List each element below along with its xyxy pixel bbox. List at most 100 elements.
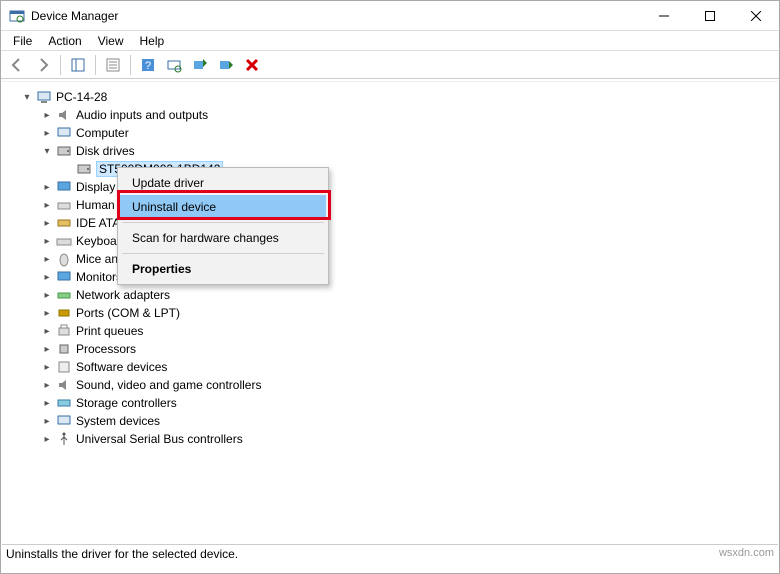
disk-icon	[76, 161, 92, 177]
close-button[interactable]	[733, 1, 779, 31]
ctx-label: Properties	[132, 262, 191, 276]
menu-file[interactable]: File	[5, 32, 40, 50]
tree-node-sound[interactable]: ▸ Sound, video and game controllers	[6, 376, 778, 394]
network-icon	[56, 287, 72, 303]
sound-icon	[56, 377, 72, 393]
expand-icon[interactable]: ▸	[40, 342, 54, 356]
tree-label: Disk drives	[76, 144, 135, 158]
system-icon	[56, 413, 72, 429]
tree-node-processors[interactable]: ▸ Processors	[6, 340, 778, 358]
menu-action[interactable]: Action	[40, 32, 89, 50]
toolbar-separator	[95, 55, 96, 75]
no-expand	[60, 162, 74, 176]
tree-node-printq[interactable]: ▸ Print queues	[6, 322, 778, 340]
keyboard-icon	[56, 233, 72, 249]
menubar: File Action View Help	[1, 31, 779, 51]
tree-label: System devices	[76, 414, 160, 428]
ctx-update-driver[interactable]: Update driver	[120, 171, 326, 195]
forward-button[interactable]	[31, 53, 55, 77]
tree-node-system[interactable]: ▸ System devices	[6, 412, 778, 430]
ide-icon	[56, 215, 72, 231]
expand-icon[interactable]: ▸	[40, 126, 54, 140]
ctx-separator	[122, 222, 324, 223]
tree-label: Processors	[76, 342, 136, 356]
expand-icon[interactable]: ▸	[40, 198, 54, 212]
collapse-icon[interactable]: ▾	[20, 90, 34, 104]
tree-label: Audio inputs and outputs	[76, 108, 208, 122]
expand-icon[interactable]: ▸	[40, 414, 54, 428]
show-hide-tree-button[interactable]	[66, 53, 90, 77]
properties-button[interactable]	[101, 53, 125, 77]
minimize-button[interactable]	[641, 1, 687, 31]
computer-icon	[36, 89, 52, 105]
watermark: wsxdn.com	[719, 547, 774, 559]
context-menu: Update driver Uninstall device Scan for …	[117, 167, 329, 285]
tree-label: Sound, video and game controllers	[76, 378, 261, 392]
tree-node-computer[interactable]: ▸ Computer	[6, 124, 778, 142]
status-bar: Uninstalls the driver for the selected d…	[2, 544, 778, 572]
enable-device-button[interactable]	[214, 53, 238, 77]
computer-icon	[56, 125, 72, 141]
tree-node-software[interactable]: ▸ Software devices	[6, 358, 778, 376]
maximize-button[interactable]	[687, 1, 733, 31]
expand-icon[interactable]: ▸	[40, 270, 54, 284]
uninstall-device-button[interactable]	[240, 53, 264, 77]
usb-icon	[56, 431, 72, 447]
hid-icon	[56, 197, 72, 213]
expand-icon[interactable]: ▸	[40, 324, 54, 338]
monitor-icon	[56, 269, 72, 285]
status-text: Uninstalls the driver for the selected d…	[6, 547, 238, 561]
app-icon	[9, 8, 25, 24]
expand-icon[interactable]: ▸	[40, 108, 54, 122]
update-driver-button[interactable]	[188, 53, 212, 77]
scan-hardware-button[interactable]	[162, 53, 186, 77]
collapse-icon[interactable]: ▾	[40, 144, 54, 158]
help-button[interactable]: ?	[136, 53, 160, 77]
storage-icon	[56, 395, 72, 411]
tree-label: Ports (COM & LPT)	[76, 306, 180, 320]
expand-icon[interactable]: ▸	[40, 252, 54, 266]
ctx-properties[interactable]: Properties	[120, 257, 326, 281]
expand-icon[interactable]: ▸	[40, 180, 54, 194]
menu-help[interactable]: Help	[132, 32, 173, 50]
ctx-scan-hardware[interactable]: Scan for hardware changes	[120, 226, 326, 250]
tree-label: Monitors	[76, 270, 122, 284]
expand-icon[interactable]: ▸	[40, 360, 54, 374]
printer-icon	[56, 323, 72, 339]
tree-label: IDE ATA	[76, 216, 120, 230]
tree-node-ports[interactable]: ▸ Ports (COM & LPT)	[6, 304, 778, 322]
tree-label: Computer	[76, 126, 129, 140]
back-button[interactable]	[5, 53, 29, 77]
ctx-label: Scan for hardware changes	[132, 231, 279, 245]
expand-icon[interactable]: ▸	[40, 306, 54, 320]
expand-icon[interactable]: ▸	[40, 216, 54, 230]
expand-icon[interactable]: ▸	[40, 234, 54, 248]
expand-icon[interactable]: ▸	[40, 396, 54, 410]
tree-node-audio[interactable]: ▸ Audio inputs and outputs	[6, 106, 778, 124]
ctx-separator	[122, 253, 324, 254]
expand-icon[interactable]: ▸	[40, 378, 54, 392]
toolbar-separator	[130, 55, 131, 75]
mouse-icon	[56, 251, 72, 267]
expand-icon[interactable]: ▸	[40, 432, 54, 446]
disk-icon	[56, 143, 72, 159]
tree-node-usb[interactable]: ▸ Universal Serial Bus controllers	[6, 430, 778, 448]
ctx-uninstall-device[interactable]: Uninstall device	[120, 195, 326, 219]
tree-node-network[interactable]: ▸ Network adapters	[6, 286, 778, 304]
tree-node-storage[interactable]: ▸ Storage controllers	[6, 394, 778, 412]
tree-node-disk-drives[interactable]: ▾ Disk drives	[6, 142, 778, 160]
tree-label: Print queues	[76, 324, 143, 338]
display-icon	[56, 179, 72, 195]
tree-label: Keyboa	[76, 234, 117, 248]
ctx-label: Update driver	[132, 176, 204, 190]
tree-root[interactable]: ▾ PC-14-28	[6, 88, 778, 106]
toolbar: ?	[1, 51, 779, 79]
tree-label: PC-14-28	[56, 90, 107, 104]
cpu-icon	[56, 341, 72, 357]
audio-icon	[56, 107, 72, 123]
svg-text:?: ?	[145, 60, 151, 72]
tree-label: Human	[76, 198, 115, 212]
menu-view[interactable]: View	[90, 32, 132, 50]
tree-label: Universal Serial Bus controllers	[76, 432, 243, 446]
expand-icon[interactable]: ▸	[40, 288, 54, 302]
